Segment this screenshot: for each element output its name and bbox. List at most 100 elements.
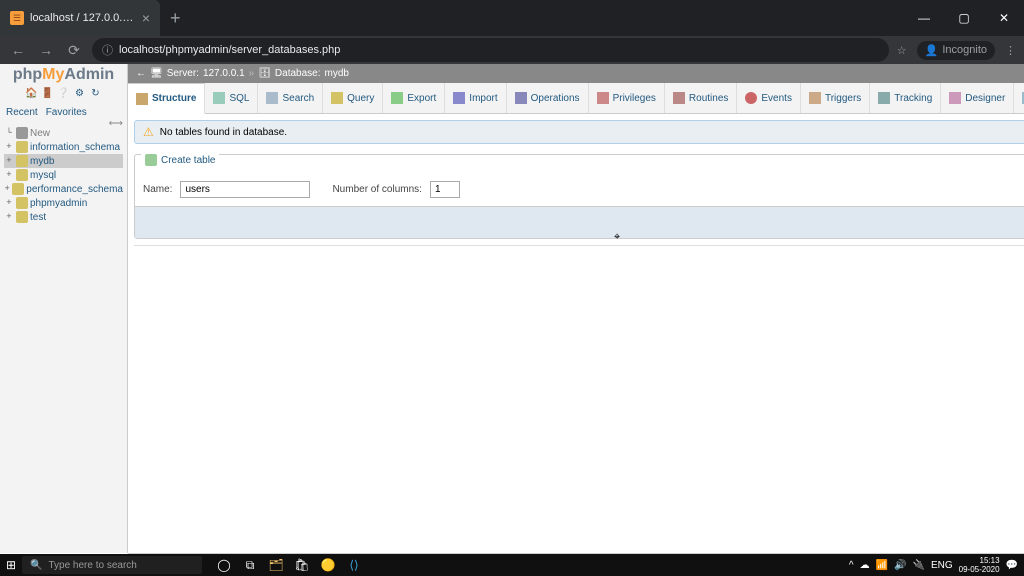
chrome-menu-icon[interactable]: ⋮ [1005,44,1016,57]
columns-count-input[interactable] [430,181,460,198]
operations-icon [515,92,527,104]
designer-icon [949,92,961,104]
tab-operations[interactable]: Operations [507,83,589,113]
tab-events[interactable]: Events [737,83,801,113]
tab-privileges[interactable]: Privileges [589,83,665,113]
taskbar-search[interactable]: 🔍 Type here to search [22,556,202,574]
tab-routines[interactable]: Routines [665,83,737,113]
search-icon: 🔍 [30,560,42,571]
back-button[interactable]: ← [8,42,28,58]
minimize-button[interactable]: — [904,0,944,36]
database-tree: └New +information_schema +mydb +mysql +p… [0,122,127,553]
content-area: ⚠ No tables found in database. Create ta… [128,114,1024,553]
url-text: localhost/phpmyadmin/server_databases.ph… [119,44,340,56]
collapse-sidebar-icon[interactable]: ⟷ [109,118,123,129]
server-icon: 🖥 [150,68,163,79]
db-icon [16,141,28,153]
tab-triggers[interactable]: Triggers [801,83,870,113]
tab-title: localhost / 127.0.0.1 / mydb | ph [30,12,136,24]
wifi-icon[interactable]: 📶 [876,560,888,571]
tracking-icon [878,92,890,104]
main-panel: ← 🖥 Server: 127.0.0.1 » 🗄 Database: mydb… [128,64,1024,553]
topmenu: Structure SQL Search Query Export Import… [128,83,1024,114]
browser-tab[interactable]: ☰ localhost / 127.0.0.1 / mydb | ph × [0,0,160,36]
db-link[interactable]: mydb [325,68,349,79]
tab-structure[interactable]: Structure [128,83,205,114]
explorer-icon[interactable]: 🗂 [264,556,288,574]
go-button-row: Go [135,206,1024,238]
forward-button[interactable]: → [36,42,56,58]
chrome-icon[interactable]: 🟡 [316,556,340,574]
tree-db-performance-schema[interactable]: +performance_schema [4,182,123,196]
separator [134,245,1024,246]
incognito-badge[interactable]: 👤 Incognito [917,41,995,60]
privileges-icon [597,92,609,104]
taskbar-apps: ◯ ⧉ 🗂 🛍 🟡 ⟨⟩ [212,556,366,574]
tab-query[interactable]: Query [323,83,383,113]
store-icon[interactable]: 🛍 [290,556,314,574]
battery-icon[interactable]: 🔌 [913,560,925,571]
tree-db-mysql[interactable]: +mysql [4,168,123,182]
cloud-icon[interactable]: ☁ [860,560,870,571]
tab-tracking[interactable]: Tracking [870,83,941,113]
taskview-icon[interactable]: ⧉ [238,556,262,574]
start-button[interactable]: ⊞ [0,558,22,572]
system-tray: ^ ☁ 📶 🔊 🔌 ENG 15:13 09-05-2020 💬 [849,556,1024,574]
db-label: Database: [275,68,321,79]
new-db-icon [16,127,28,139]
close-window-button[interactable]: ✕ [984,0,1024,36]
tab-sql[interactable]: SQL [205,83,258,113]
notice-text: No tables found in database. [160,127,287,138]
database-icon: 🗄 [258,68,271,79]
vscode-icon[interactable]: ⟨⟩ [342,556,366,574]
query-icon [331,92,343,104]
tab-export[interactable]: Export [383,83,445,113]
tab-recent[interactable]: Recent [6,107,38,118]
create-table-form-row: Name: Number of columns: [135,173,1024,206]
notifications-icon[interactable]: 💬 [1006,560,1018,571]
tree-db-test[interactable]: +test [4,210,123,224]
tab-search[interactable]: Search [258,83,323,113]
docs-icon[interactable]: ❔ [57,88,70,101]
server-link[interactable]: 127.0.0.1 [203,68,245,79]
create-table-fieldset: Create table Name: Number of columns: Go [134,154,1024,239]
address-bar: ← → ⟳ ⓘ localhost/phpmyadmin/server_data… [0,36,1024,64]
settings-icon[interactable]: ⚙ [73,88,86,101]
create-table-icon [145,154,157,166]
site-info-icon[interactable]: ⓘ [102,42,113,58]
tab-designer[interactable]: Designer [941,83,1014,113]
tree-db-phpmyadmin[interactable]: +phpmyadmin [4,196,123,210]
search-icon [266,92,278,104]
sound-icon[interactable]: 🔊 [894,560,906,571]
pma-logo[interactable]: phpMyAdmin [0,64,127,86]
maximize-button[interactable]: ▢ [944,0,984,36]
lang-indicator[interactable]: ENG [931,560,953,571]
tab-import[interactable]: Import [445,83,506,113]
tab-favorites[interactable]: Favorites [46,107,87,118]
db-icon [12,183,24,195]
tree-db-information-schema[interactable]: +information_schema [4,140,123,154]
reload-button[interactable]: ⟳ [64,42,84,59]
windows-taskbar: ⊞ 🔍 Type here to search ◯ ⧉ 🗂 🛍 🟡 ⟨⟩ ^ ☁… [0,554,1024,576]
home-icon[interactable]: 🏠 [25,88,38,101]
tray-up-icon[interactable]: ^ [849,560,854,571]
table-name-input[interactable] [180,181,310,198]
tree-db-mydb[interactable]: +mydb [4,154,123,168]
search-placeholder: Type here to search [48,560,136,571]
close-tab-icon[interactable]: × [142,10,150,26]
reload-nav-icon[interactable]: ↻ [89,88,102,101]
logout-icon[interactable]: 🚪 [41,88,54,101]
bookmark-icon[interactable]: ☆ [897,44,907,57]
cortana-icon[interactable]: ◯ [212,556,236,574]
new-tab-button[interactable]: + [160,0,191,36]
nav-toggle-icon[interactable]: ← [136,68,146,79]
no-tables-notice: ⚠ No tables found in database. [134,120,1024,144]
db-icon [16,211,28,223]
url-input[interactable]: ⓘ localhost/phpmyadmin/server_databases.… [92,38,889,62]
tree-new-db[interactable]: └New [4,126,123,140]
db-icon [16,169,28,181]
warning-icon: ⚠ [143,125,154,139]
name-label: Name: [143,184,172,195]
taskbar-clock[interactable]: 15:13 09-05-2020 [959,556,1000,574]
tab-central-columns[interactable]: Central columns [1014,83,1024,113]
